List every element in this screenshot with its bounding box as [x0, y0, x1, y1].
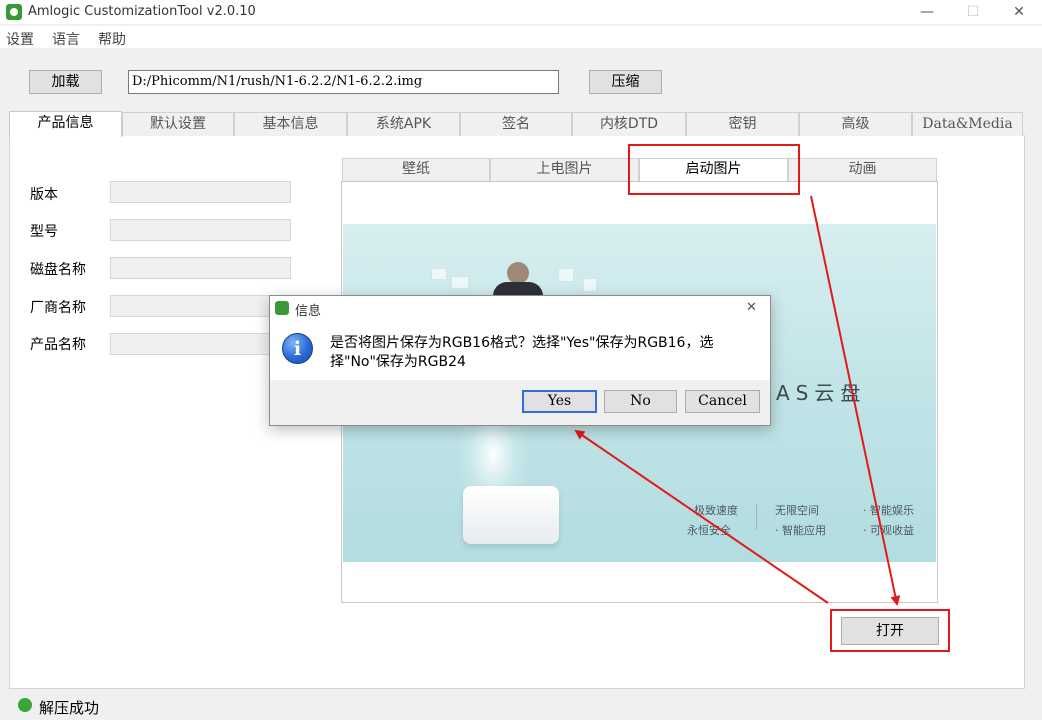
highlight-open-button: [830, 609, 950, 652]
compress-button[interactable]: 压缩: [589, 70, 662, 94]
tab-keys[interactable]: 密钥: [686, 112, 799, 136]
dialog-message-line1: 是否将图片保存为RGB16格式？选择"Yes"保存为RGB16，选: [330, 335, 714, 351]
tab-default-settings[interactable]: 默认设置: [122, 112, 234, 136]
status-bar: [0, 692, 1042, 720]
splash-feature-text: 无限空间: [775, 504, 819, 517]
splash-feature-text: 永恒安全: [687, 524, 731, 537]
cancel-button[interactable]: Cancel: [685, 390, 760, 413]
floating-screen-graphic: [558, 268, 574, 282]
model-field[interactable]: [110, 219, 291, 241]
close-button[interactable]: ✕: [996, 0, 1042, 24]
inner-tab-wallpaper[interactable]: 壁纸: [342, 158, 490, 181]
inner-tab-boot-logo[interactable]: 上电图片: [490, 158, 639, 181]
floating-screen-graphic: [431, 268, 447, 280]
menu-language[interactable]: 语言: [52, 29, 80, 49]
tab-signature[interactable]: 签名: [460, 112, 572, 136]
tab-kernel-dtd[interactable]: 内核DTD: [572, 112, 686, 136]
app-icon: [6, 4, 22, 20]
tab-advanced[interactable]: 高级: [799, 112, 912, 136]
menu-bar: [0, 26, 1042, 48]
product-name-field[interactable]: [110, 333, 291, 355]
version-field[interactable]: [110, 181, 291, 203]
no-button[interactable]: No: [604, 390, 677, 413]
floating-screen-graphic: [451, 276, 469, 289]
tab-data-media[interactable]: Data&Media: [912, 112, 1023, 136]
vendor-name-label: 厂商名称: [30, 300, 86, 316]
window-title: Amlogic CustomizationTool v2.0.10: [28, 4, 256, 19]
menu-help[interactable]: 帮助: [98, 29, 126, 49]
product-name-label: 产品名称: [30, 337, 86, 353]
tab-product-info[interactable]: 产品信息: [9, 111, 122, 137]
menu-settings[interactable]: 设置: [6, 29, 34, 49]
maximize-button[interactable]: ☐: [950, 0, 996, 24]
disk-name-label: 磁盘名称: [30, 262, 86, 278]
device-graphic: [463, 486, 559, 544]
dialog-message-line2: 择"No"保存为RGB24: [330, 354, 466, 370]
splash-feature-text: · 可观收益: [863, 524, 914, 537]
image-path-field[interactable]: D:/Phicomm/N1/rush/N1-6.2.2/N1-6.2.2.img: [128, 70, 559, 94]
tab-basic-info[interactable]: 基本信息: [234, 112, 347, 136]
status-indicator-icon: [18, 698, 32, 712]
version-label: 版本: [30, 187, 58, 203]
splash-feature-text: · 智能应用: [775, 524, 826, 537]
minimize-button[interactable]: —: [904, 0, 950, 24]
person-body-graphic: [493, 282, 543, 296]
person-head-graphic: [507, 262, 529, 284]
dialog-app-icon: [275, 301, 289, 315]
splash-feature-text: · 智能娱乐: [863, 504, 914, 517]
splash-feature-text: 极致速度: [694, 504, 738, 517]
dialog-title: 信息: [295, 304, 322, 319]
info-icon: i: [282, 333, 313, 364]
load-button[interactable]: 加载: [29, 70, 102, 94]
highlight-splash-tab: [628, 144, 800, 195]
status-text: 解压成功: [39, 699, 100, 717]
yes-button[interactable]: Yes: [522, 390, 597, 413]
tab-system-apk[interactable]: 系统APK: [347, 112, 460, 136]
model-label: 型号: [30, 224, 58, 240]
disk-name-field[interactable]: [110, 257, 291, 279]
inner-tab-animation[interactable]: 动画: [788, 158, 937, 181]
splash-brand-text: NAS云盘: [755, 381, 867, 405]
feature-divider: [756, 504, 757, 530]
dialog-close-icon[interactable]: ✕: [746, 300, 757, 315]
floating-screen-graphic: [583, 278, 597, 292]
vendor-name-field[interactable]: [110, 295, 291, 317]
